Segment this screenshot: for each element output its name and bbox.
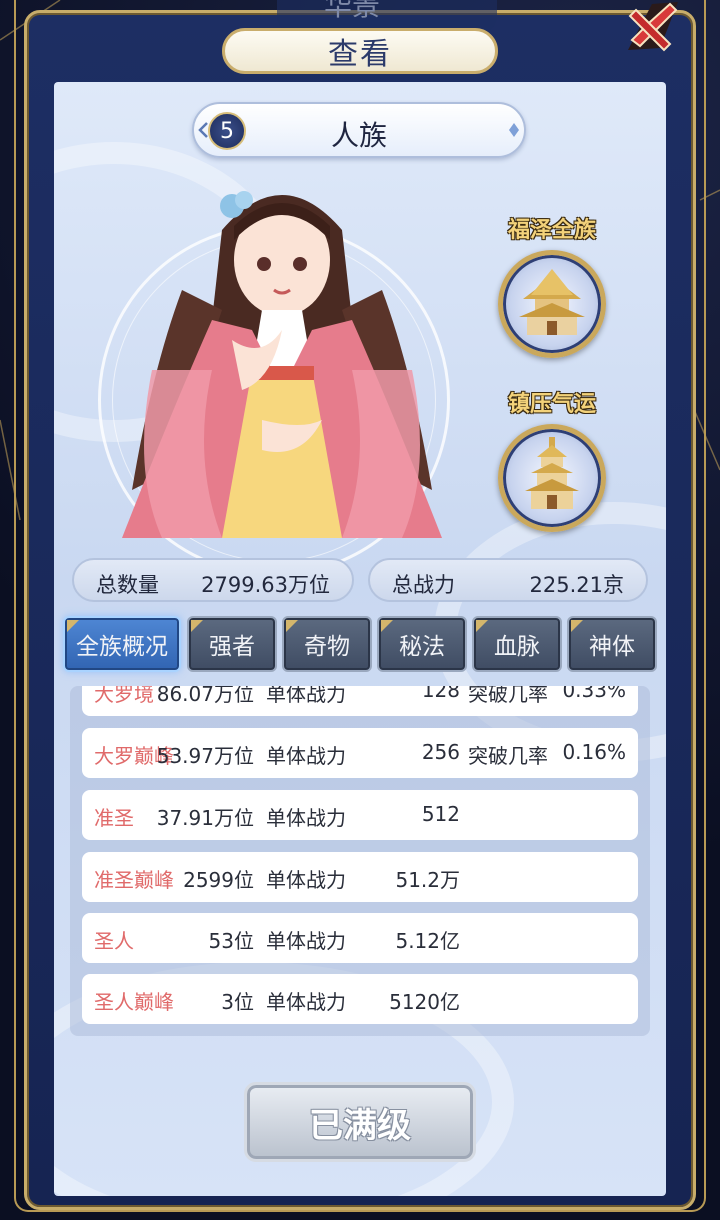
tab-divine-body[interactable]: 神体 <box>567 616 657 672</box>
tab-bloodline[interactable]: 血脉 <box>472 616 562 672</box>
character-portrait <box>122 191 442 538</box>
power-value: 128 <box>421 686 460 702</box>
power-value: 51.2万 <box>395 868 460 892</box>
list-item: 圣人巅峰 3位 单体战力 5120亿 <box>82 974 638 1024</box>
realm-count: 2599位 <box>183 868 254 892</box>
list-item: 准圣巅峰 2599位 单体战力 51.2万 <box>82 852 638 902</box>
power-label: 单体战力 <box>266 868 346 892</box>
power-label: 单体战力 <box>266 686 346 706</box>
realm-name: 圣人 <box>94 929 134 953</box>
power-label: 单体战力 <box>266 806 346 830</box>
total-power-label: 总战力 <box>392 573 455 597</box>
list-item: 大罗巅峰 53.97万位 单体战力 256 突破几率 0.16% <box>82 728 638 778</box>
power-value: 512 <box>421 802 460 826</box>
max-level-button[interactable]: 已满级 <box>244 1082 476 1162</box>
faded-header-title: 华景 <box>324 0 381 22</box>
breakthrough-label: 突破几率 <box>468 686 548 706</box>
power-label: 单体战力 <box>266 990 346 1014</box>
dialog-title: 查看 <box>222 28 498 74</box>
power-label: 单体战力 <box>266 929 346 953</box>
realm-name: 大罗境 <box>94 686 154 706</box>
total-power-value: 225.21京 <box>529 573 624 597</box>
realm-name: 圣人巅峰 <box>94 990 174 1014</box>
realm-list[interactable]: 大罗境 86.07万位 单体战力 128 突破几率 0.33% 大罗巅峰 53.… <box>70 686 650 1036</box>
realm-count: 53位 <box>208 929 254 953</box>
pagoda-icon[interactable] <box>498 424 606 532</box>
total-count-value: 2799.63万位 <box>201 573 330 597</box>
total-power-box: 总战力 225.21京 <box>368 558 648 602</box>
palace-icon <box>519 269 585 335</box>
list-item: 大罗境 86.07万位 单体战力 128 突破几率 0.33% <box>82 686 638 716</box>
tab-secret-arts[interactable]: 秘法 <box>377 616 467 672</box>
power-value: 5.12亿 <box>395 929 460 953</box>
total-count-box: 总数量 2799.63万位 <box>72 558 354 602</box>
tab-overview[interactable]: 全族概况 <box>63 616 181 672</box>
power-value: 256 <box>421 740 460 764</box>
palace-icon[interactable] <box>498 250 606 358</box>
tab-treasures[interactable]: 奇物 <box>282 616 372 672</box>
power-value: 5120亿 <box>389 990 460 1014</box>
list-item: 圣人 53位 单体战力 5.12亿 <box>82 913 638 963</box>
realm-name: 准圣巅峰 <box>94 868 174 892</box>
total-count-label: 总数量 <box>96 573 159 597</box>
buff-label-2: 镇压气运 <box>507 392 596 417</box>
close-icon[interactable] <box>622 0 684 56</box>
realm-count: 86.07万位 <box>156 686 254 706</box>
power-label: 单体战力 <box>266 744 346 768</box>
breakthrough-value: 0.33% <box>562 686 626 702</box>
race-selector[interactable]: 5 人族 <box>192 102 526 158</box>
buff-label-1: 福泽全族 <box>507 218 596 243</box>
realm-count: 37.91万位 <box>156 806 254 830</box>
realm-count: 3位 <box>221 990 254 1014</box>
next-arrow-icon[interactable] <box>508 122 520 138</box>
list-item: 准圣 37.91万位 单体战力 512 <box>82 790 638 840</box>
breakthrough-label: 突破几率 <box>468 744 548 768</box>
tab-strongest[interactable]: 强者 <box>187 616 277 672</box>
race-name: 人族 <box>330 119 387 152</box>
pagoda-icon <box>525 437 579 509</box>
realm-name: 准圣 <box>94 806 134 830</box>
breakthrough-value: 0.16% <box>562 740 626 764</box>
realm-count: 53.97万位 <box>156 744 254 768</box>
